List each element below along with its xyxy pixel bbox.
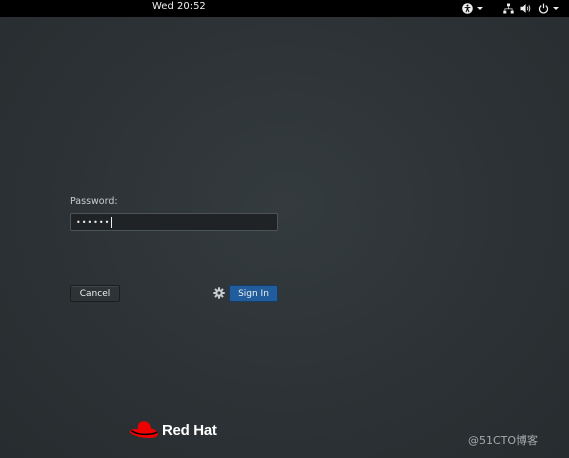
logo-text: Red Hat bbox=[162, 421, 217, 439]
chevron-down-icon bbox=[553, 7, 559, 10]
power-menu[interactable] bbox=[538, 0, 559, 17]
password-field[interactable]: •••••• bbox=[70, 213, 278, 231]
volume-icon bbox=[520, 4, 531, 13]
clock[interactable]: Wed 20:52 bbox=[152, 1, 206, 12]
top-bar: Wed 20:52 bbox=[0, 0, 569, 17]
chevron-down-icon bbox=[477, 7, 483, 10]
password-value: •••••• bbox=[76, 217, 111, 227]
power-icon bbox=[538, 3, 549, 14]
accessibility-icon bbox=[462, 3, 473, 14]
network-status[interactable] bbox=[503, 0, 514, 17]
volume-status[interactable] bbox=[520, 0, 532, 17]
accessibility-menu[interactable] bbox=[462, 0, 483, 17]
gear-icon[interactable] bbox=[213, 287, 225, 299]
password-label: Password: bbox=[70, 196, 118, 207]
network-icon bbox=[503, 3, 514, 14]
text-cursor bbox=[111, 216, 113, 228]
watermark-text: @51CTO博客 bbox=[468, 434, 539, 447]
red-hat-icon bbox=[129, 421, 159, 438]
cancel-button[interactable]: Cancel bbox=[70, 285, 120, 302]
login-screen: Wed 20:52 Password: •••••• Cancel Sign I… bbox=[0, 0, 569, 458]
red-hat-logo: Red Hat bbox=[128, 418, 217, 442]
sign-in-button[interactable]: Sign In bbox=[229, 285, 278, 302]
